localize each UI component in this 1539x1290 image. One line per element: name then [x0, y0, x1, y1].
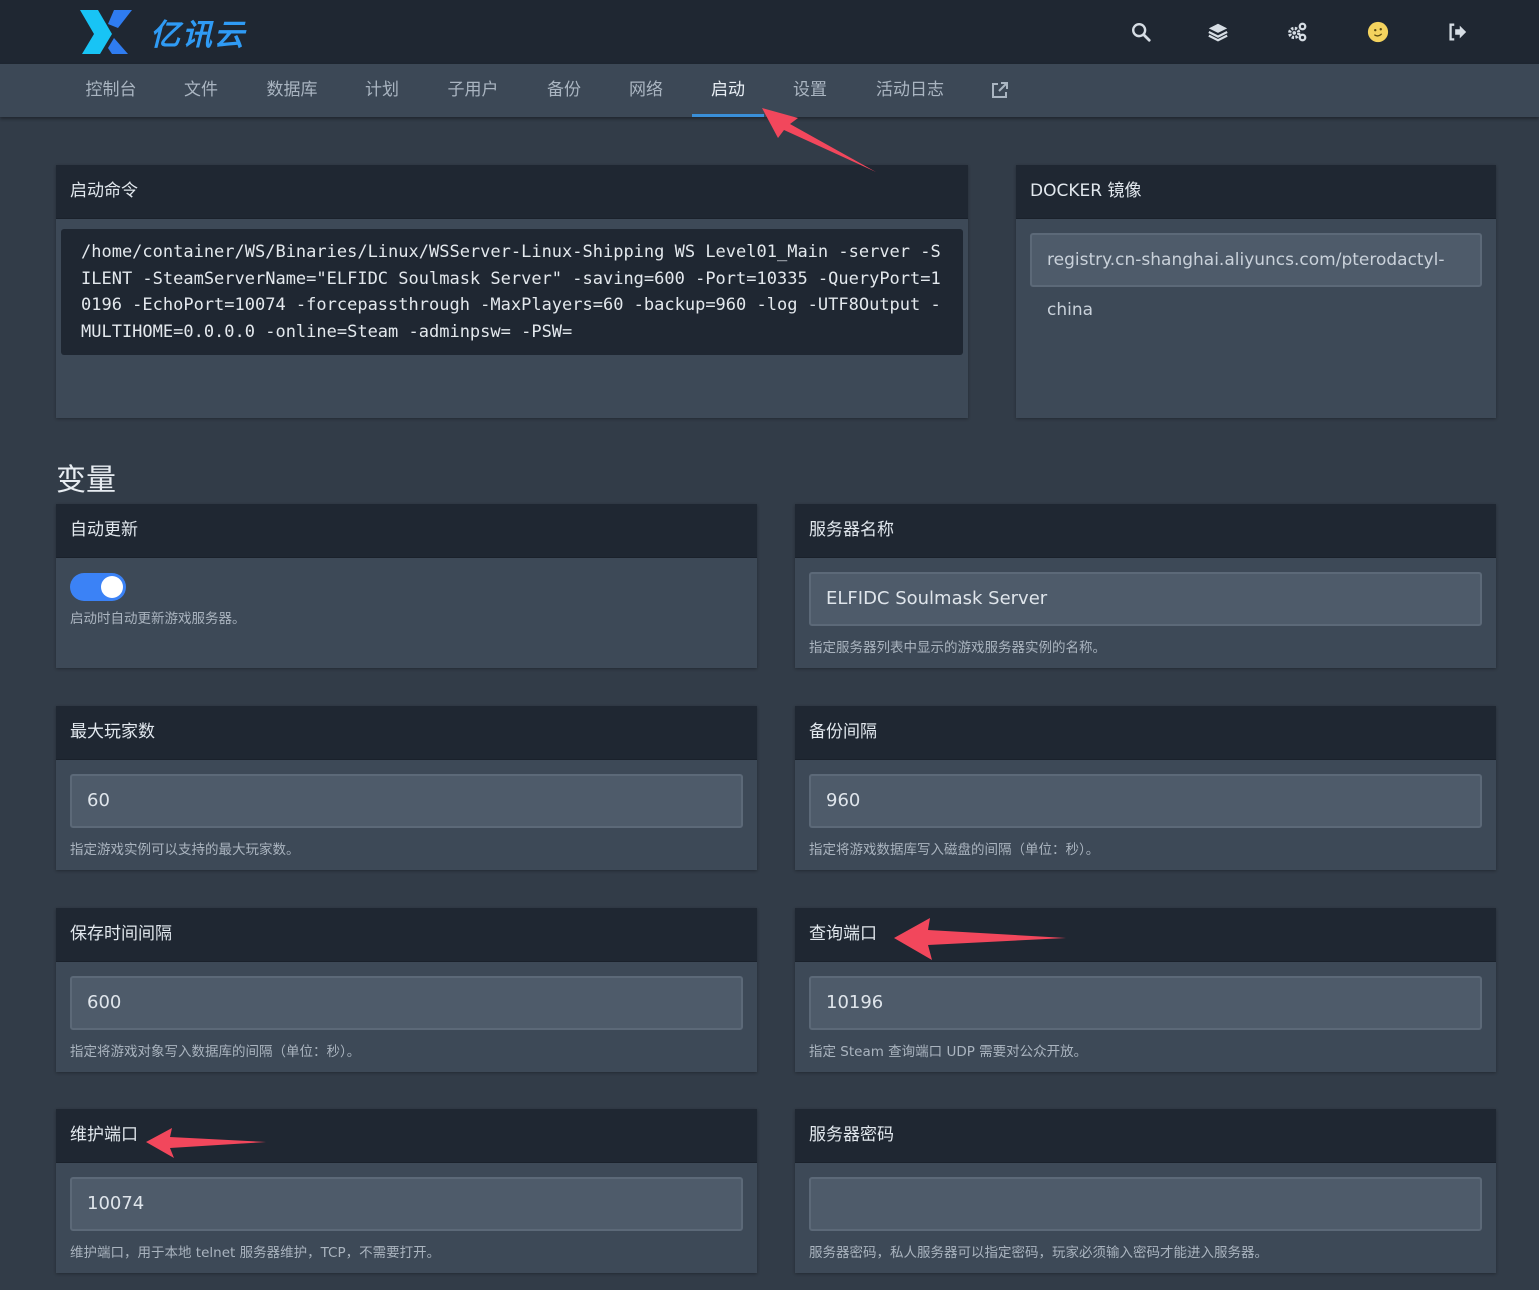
startup-command-card: 启动命令 /home/container/WS/Binaries/Linux/W…	[56, 165, 968, 418]
settings-icon[interactable]	[1282, 17, 1312, 47]
tab-activity[interactable]: 活动日志	[874, 64, 946, 117]
query-port-title: 查询端口	[795, 908, 1496, 962]
tab-subusers[interactable]: 子用户	[446, 64, 500, 117]
tab-network[interactable]: 网络	[628, 64, 664, 117]
toggle-knob	[101, 576, 123, 598]
external-link-icon[interactable]	[990, 80, 1010, 100]
query-port-input[interactable]: 10196	[809, 976, 1482, 1030]
max-players-input[interactable]: 60	[70, 774, 743, 828]
avatar-icon[interactable]	[1363, 17, 1393, 47]
backup-interval-input[interactable]: 960	[809, 774, 1482, 828]
server-password-help: 服务器密码，私人服务器可以指定密码，玩家必须输入密码才能进入服务器。	[809, 1245, 1268, 1261]
auto-update-toggle[interactable]	[70, 573, 126, 601]
tab-settings[interactable]: 设置	[792, 64, 828, 117]
top-bar: 亿讯云	[0, 0, 1539, 64]
tab-files[interactable]: 文件	[183, 64, 219, 117]
save-interval-title: 保存时间间隔	[56, 908, 757, 962]
auto-update-title: 自动更新	[56, 504, 757, 558]
server-name-help: 指定服务器列表中显示的游戏服务器实例的名称。	[809, 640, 1106, 656]
server-name-input[interactable]: ELFIDC Soulmask Server	[809, 572, 1482, 626]
server-name-title: 服务器名称	[795, 504, 1496, 558]
docker-image-field[interactable]: registry.cn-shanghai.aliyuncs.com/pterod…	[1030, 233, 1482, 320]
save-interval-help: 指定将游戏对象写入数据库的间隔（单位：秒）。	[70, 1044, 361, 1060]
variables-heading: 变量	[56, 463, 116, 498]
server-name-card: 服务器名称 ELFIDC Soulmask Server 指定服务器列表中显示的…	[795, 504, 1496, 668]
auto-update-help: 启动时自动更新游戏服务器。	[70, 611, 246, 627]
brand-name: 亿讯云	[150, 18, 246, 53]
backup-interval-help: 指定将游戏数据库写入磁盘的间隔（单位：秒）。	[809, 842, 1100, 858]
query-port-help: 指定 Steam 查询端口 UDP 需要对公众开放。	[809, 1044, 1088, 1060]
tab-startup[interactable]: 启动	[692, 64, 764, 117]
tab-schedules[interactable]: 计划	[364, 64, 400, 117]
startup-command-title: 启动命令	[56, 165, 968, 219]
brand-logo[interactable]: 亿讯云	[78, 6, 246, 58]
auto-update-card: 自动更新 启动时自动更新游戏服务器。	[56, 504, 757, 668]
backup-interval-card: 备份间隔 960 指定将游戏数据库写入磁盘的间隔（单位：秒）。	[795, 706, 1496, 870]
server-nav: 控制台 文件 数据库 计划 子用户 备份 网络 启动 设置 活动日志	[0, 64, 1539, 117]
max-players-title: 最大玩家数	[56, 706, 757, 760]
tab-backups[interactable]: 备份	[546, 64, 582, 117]
server-password-card: 服务器密码 服务器密码，私人服务器可以指定密码，玩家必须输入密码才能进入服务器。	[795, 1109, 1496, 1273]
save-interval-card: 保存时间间隔 600 指定将游戏对象写入数据库的间隔（单位：秒）。	[56, 908, 757, 1072]
maintenance-port-title: 维护端口	[56, 1109, 757, 1163]
brand-logo-icon	[80, 10, 132, 54]
tab-databases[interactable]: 数据库	[265, 64, 319, 117]
docker-image-title: DOCKER 镜像	[1016, 165, 1496, 219]
maintenance-port-help: 维护端口，用于本地 telnet 服务器维护，TCP，不需要打开。	[70, 1245, 441, 1261]
logout-icon[interactable]	[1442, 17, 1472, 47]
docker-image-card: DOCKER 镜像 registry.cn-shanghai.aliyuncs.…	[1016, 165, 1496, 418]
max-players-help: 指定游戏实例可以支持的最大玩家数。	[70, 842, 300, 858]
query-port-card: 查询端口 10196 指定 Steam 查询端口 UDP 需要对公众开放。	[795, 908, 1496, 1072]
server-password-input[interactable]	[809, 1177, 1482, 1231]
tab-console[interactable]: 控制台	[84, 64, 138, 117]
server-password-title: 服务器密码	[795, 1109, 1496, 1163]
search-icon[interactable]	[1126, 17, 1156, 47]
maintenance-port-card: 维护端口 10074 维护端口，用于本地 telnet 服务器维护，TCP，不需…	[56, 1109, 757, 1273]
maintenance-port-input[interactable]: 10074	[70, 1177, 743, 1231]
max-players-card: 最大玩家数 60 指定游戏实例可以支持的最大玩家数。	[56, 706, 757, 870]
save-interval-input[interactable]: 600	[70, 976, 743, 1030]
layers-icon[interactable]	[1203, 17, 1233, 47]
startup-command-text: /home/container/WS/Binaries/Linux/WSServ…	[61, 229, 963, 355]
backup-interval-title: 备份间隔	[795, 706, 1496, 760]
